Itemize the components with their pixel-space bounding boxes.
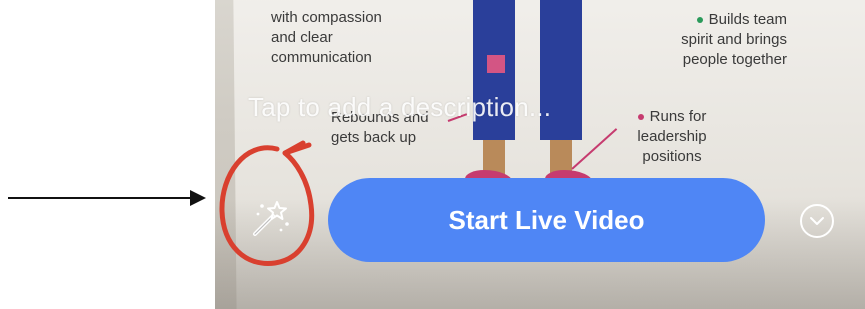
description-input[interactable]: Tap to add a description...: [248, 92, 551, 123]
figure-patch: [487, 55, 505, 73]
more-options-button[interactable]: [800, 204, 834, 238]
effects-button[interactable]: [239, 186, 303, 250]
poster-text-runs-label: Runs for leadership positions: [637, 108, 707, 165]
poster-text-compassion: with compassion and clear communication: [271, 9, 382, 66]
magic-wand-sparkles-icon: [253, 201, 289, 236]
bullet-dot: [637, 114, 644, 121]
camera-preview: with compassion and clear communication …: [215, 0, 865, 309]
annotation-arrow: [8, 197, 194, 199]
arrow-right-icon: [190, 190, 206, 206]
poster-text-team: Builds team spirit and brings people tog…: [637, 10, 787, 70]
bullet-dot: [696, 17, 703, 24]
chevron-down-icon: [810, 217, 824, 225]
start-live-video-button[interactable]: Start Live Video: [328, 178, 765, 262]
poster-text-runs: Runs for leadership positions: [622, 107, 722, 167]
